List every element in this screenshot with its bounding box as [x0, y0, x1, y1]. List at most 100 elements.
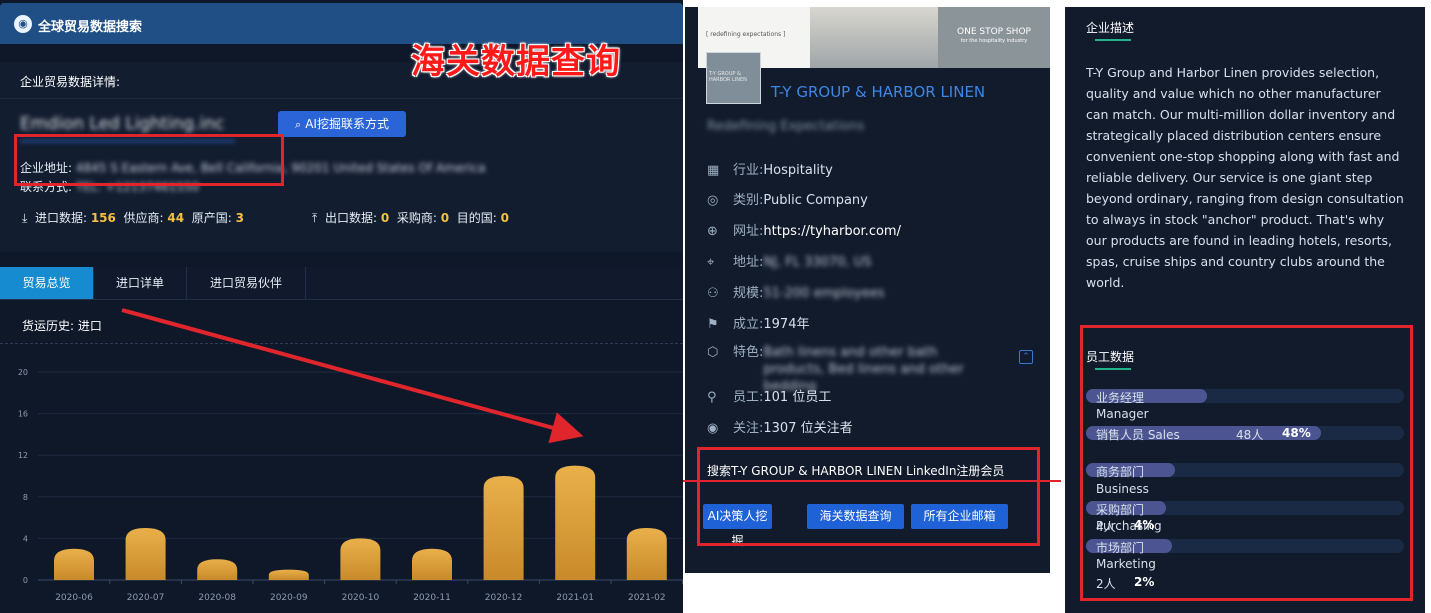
x-tick-label: 2020-09	[270, 593, 308, 603]
employee-role: Business	[1096, 482, 1149, 496]
info-row: ◉ 关注:1307 位关注者	[707, 417, 1007, 437]
info-row[interactable]: ⊕ 网址:https://tyharbor.com/	[707, 220, 1007, 240]
info-label: 行业:	[733, 163, 764, 178]
import-count: 156	[90, 211, 116, 225]
target-icon: ◎	[707, 193, 719, 208]
employee-count: 2人	[1096, 577, 1116, 591]
x-tick-label: 2021-01	[556, 593, 594, 603]
buyer-count: 0	[440, 211, 450, 225]
x-tick-label: 2020-08	[198, 593, 236, 603]
x-tick-label: 2020-11	[413, 593, 451, 603]
dest-label: 目的国:	[456, 211, 497, 225]
bar-2020-07[interactable]	[125, 528, 166, 580]
shipment-bar-chart: 0 4 8 12 16 20 2020-06 2020-07 2020-08 2020-09 202…	[18, 368, 683, 603]
y-tick-label: 16	[18, 410, 28, 419]
employee-pct: 2%	[1134, 575, 1155, 589]
export-stats[interactable]: ⤒ 出口数据: 0 采购商: 0 目的国: 0	[312, 209, 509, 226]
info-value: Public Company	[763, 193, 868, 208]
info-row: ⌖ 地址:NJ, FL 33070, US	[707, 251, 1007, 271]
building-icon: ▦	[707, 163, 720, 178]
export-label: 出口数据:	[324, 211, 377, 225]
info-row: ◎ 类别:Public Company	[707, 189, 1007, 209]
info-label: 成立:	[733, 317, 764, 332]
company-logo: T-Y GROUP & HARBOR LINEN	[706, 52, 761, 104]
employee-role: Marketing	[1096, 557, 1156, 571]
info-value: 51-200 employees	[763, 286, 885, 301]
x-tick-label: 2020-12	[485, 593, 523, 603]
company-name-text: T-Y GROUP & HARBOR LINEN	[771, 83, 986, 101]
bar-2020-08[interactable]	[197, 559, 238, 580]
bar-2020-06[interactable]	[54, 548, 94, 580]
dashed-divider	[0, 343, 683, 344]
employee-count: 48人	[1236, 428, 1264, 442]
export-count: 0	[380, 211, 390, 225]
employee-pct: 48%	[1282, 426, 1311, 440]
ai-contact-button[interactable]: ⌕ AI挖掘联系方式	[278, 111, 406, 137]
info-row: ⚇ 规模:51-200 employees	[707, 282, 1007, 302]
info-label: 规模:	[733, 286, 764, 301]
employee-count: 4人	[1096, 520, 1116, 534]
info-row: ▦ 行业:Hospitality	[707, 159, 1007, 179]
import-label: 进口数据:	[34, 211, 87, 225]
globe-logo-icon: ◉	[14, 15, 32, 33]
description-text: T-Y Group and Harbor Linen provides sele…	[1086, 65, 1404, 290]
employee-dept: 销售人员 Sales	[1096, 428, 1180, 442]
bar-2020-11[interactable]	[412, 548, 452, 580]
globe-icon: ⊕	[707, 224, 718, 239]
panel-title: 全球贸易数据搜索	[38, 20, 143, 35]
bar-2021-01[interactable]	[555, 465, 596, 580]
info-label: 地址:	[733, 255, 764, 270]
upload-icon: ⤒	[312, 211, 318, 225]
ai-contact-label: AI挖掘联系方式	[305, 117, 389, 131]
company-name-link[interactable]: T-Y GROUP & HARBOR LINEN	[771, 83, 985, 101]
banner-right-sub: for the hospitality industry	[960, 38, 1028, 44]
user-check-icon: ⚲	[707, 390, 717, 405]
title-underline	[1095, 39, 1131, 41]
tab-bar: 贸易总览 进口详单 进口贸易伙伴	[0, 267, 683, 300]
employee-dept: 采购部门	[1096, 503, 1145, 517]
buyer-label: 采购商:	[396, 211, 437, 225]
banner-right: ONE STOP SHOP for the hospitality industr…	[938, 7, 1050, 68]
x-tick-label: 2021-02	[628, 593, 666, 603]
info-value: https://tyharbor.com/	[763, 224, 901, 239]
x-tick-label: 2020-06	[55, 593, 93, 603]
search-icon: ⌕	[295, 118, 302, 131]
banner-image	[810, 7, 938, 68]
origin-count: 3	[235, 211, 244, 225]
location-icon: ⌖	[707, 255, 715, 270]
info-value: NJ, FL 33070, US	[763, 255, 872, 270]
tab-overview[interactable]: 贸易总览	[0, 267, 94, 299]
highlight-line	[683, 480, 1061, 482]
bar-2021-02[interactable]	[626, 528, 667, 580]
tab-import-partners[interactable]: 进口贸易伙伴	[187, 267, 306, 299]
bar-2020-12[interactable]	[483, 476, 524, 580]
y-tick-label: 4	[23, 534, 28, 543]
y-tick-label: 12	[18, 451, 28, 460]
dest-count: 0	[500, 211, 509, 225]
chevron-up-icon[interactable]: ⌃	[1019, 350, 1033, 364]
customs-query-overlay: 海关数据查询	[411, 42, 621, 82]
description-title: 企业描述	[1086, 21, 1135, 35]
employee-dept: 市场部门	[1096, 541, 1145, 555]
info-label: 关注:	[733, 421, 764, 436]
info-label: 网址:	[733, 224, 764, 239]
eye-icon: ◉	[707, 421, 719, 436]
supplier-label: 供应商:	[123, 211, 164, 225]
import-highlight-box	[14, 134, 284, 186]
trade-search-panel: ◉ 全球贸易数据搜索 企业贸易数据详情: Emdion Led Lighting…	[0, 0, 683, 613]
info-value: Hospitality	[763, 163, 833, 178]
x-tick-label: 2020-07	[127, 593, 165, 603]
banner-right-title: ONE STOP SHOP	[957, 27, 1031, 37]
info-label: 类别:	[733, 193, 764, 208]
info-value: 1307 位关注者	[763, 421, 853, 436]
people-icon: ⚇	[707, 286, 719, 301]
bar-2020-09[interactable]	[268, 569, 309, 580]
info-row: ⚑ 成立:1974年	[707, 313, 1007, 333]
bar-2020-10[interactable]	[340, 538, 381, 580]
tab-import-details[interactable]: 进口详单	[94, 267, 187, 299]
info-row: ⬡ 特色:Bath linens and other bath products,…	[707, 344, 997, 394]
employee-pct: 4%	[1134, 518, 1155, 532]
import-stats[interactable]: ⤓ 进口数据: 156 供应商: 44 原产国: 3	[22, 209, 244, 226]
cube-icon: ⬡	[707, 345, 719, 360]
origin-label: 原产国:	[191, 211, 232, 225]
